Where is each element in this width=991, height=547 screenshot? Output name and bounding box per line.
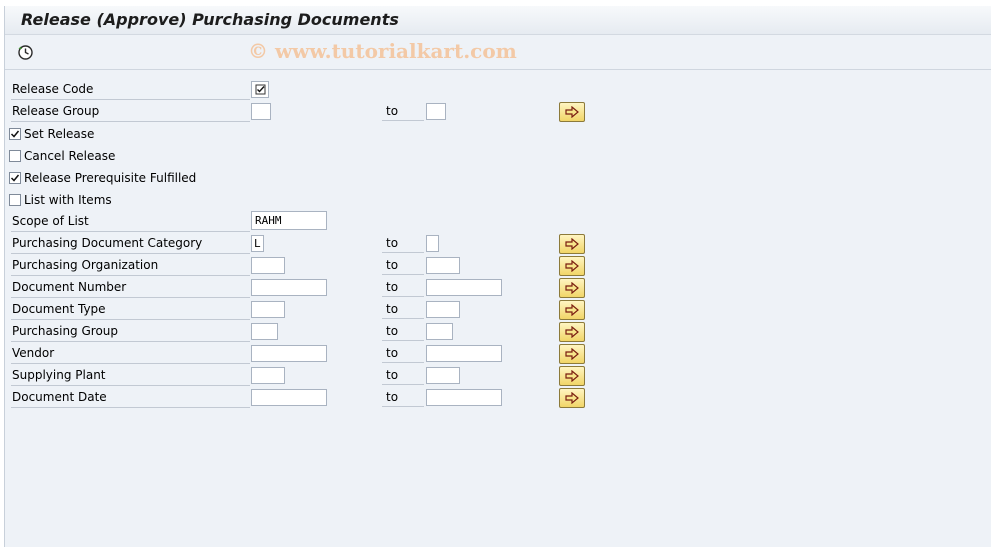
purchasing-organization-to-input[interactable]	[426, 257, 460, 274]
to-label: to	[382, 345, 424, 363]
purchasing-document-category-label: Purchasing Document Category	[11, 235, 250, 254]
supplying-plant-from-input[interactable]	[251, 367, 285, 384]
document-date-label: Document Date	[11, 389, 250, 408]
document-type-to-input[interactable]	[426, 301, 460, 318]
list-with-items-checkbox[interactable]	[9, 194, 21, 206]
watermark: © www.tutorialkart.com	[248, 39, 517, 63]
supplying-plant-label: Supplying Plant	[11, 367, 250, 386]
arrow-right-icon	[565, 282, 579, 294]
to-label: to	[382, 367, 424, 385]
purchasing-group-label: Purchasing Group	[11, 323, 250, 342]
set-release-checkbox[interactable]	[9, 128, 21, 140]
list-with-items-label: List with Items	[24, 193, 112, 207]
vendor-label: Vendor	[11, 345, 250, 364]
purchasing-organization-multiple-selection-button[interactable]	[559, 256, 585, 276]
release-prerequisite-label: Release Prerequisite Fulfilled	[24, 171, 197, 185]
purchasing-group-to-input[interactable]	[426, 323, 453, 340]
purchasing-organization-from-input[interactable]	[251, 257, 285, 274]
supplying-plant-to-input[interactable]	[426, 367, 460, 384]
main-window: Release (Approve) Purchasing Documents ©…	[4, 6, 991, 547]
release-prerequisite-checkbox[interactable]	[9, 172, 21, 184]
release-group-to-label: to	[382, 103, 424, 121]
page-title: Release (Approve) Purchasing Documents	[21, 10, 399, 29]
cancel-release-checkbox[interactable]	[9, 150, 21, 162]
document-date-multiple-selection-button[interactable]	[559, 388, 585, 408]
execute-button[interactable]	[15, 43, 35, 61]
arrow-right-icon	[565, 348, 579, 360]
supplying-plant-multiple-selection-button[interactable]	[559, 366, 585, 386]
release-code-label: Release Code	[11, 81, 250, 100]
scope-of-list-label: Scope of List	[11, 213, 250, 232]
cancel-release-label: Cancel Release	[24, 149, 116, 163]
option-list-with-items[interactable]: List with Items	[9, 192, 112, 208]
document-number-label: Document Number	[11, 279, 250, 298]
to-label: to	[382, 257, 424, 275]
document-type-from-input[interactable]	[251, 301, 285, 318]
check-icon	[10, 130, 20, 138]
purchasing-group-from-input[interactable]	[251, 323, 278, 340]
check-icon	[10, 174, 20, 182]
vendor-from-input[interactable]	[251, 345, 327, 362]
release-group-to-input[interactable]	[426, 103, 446, 120]
purchasing-document-category-from-input[interactable]: L	[251, 235, 264, 252]
document-date-from-input[interactable]	[251, 389, 327, 406]
arrow-right-icon	[565, 238, 579, 250]
check-icon	[255, 84, 265, 95]
option-set-release[interactable]: Set Release	[9, 126, 94, 142]
release-group-label: Release Group	[11, 103, 250, 122]
arrow-right-icon	[565, 326, 579, 338]
purchasing-group-multiple-selection-button[interactable]	[559, 322, 585, 342]
option-release-prerequisite-fulfilled[interactable]: Release Prerequisite Fulfilled	[9, 170, 196, 186]
vendor-multiple-selection-button[interactable]	[559, 344, 585, 364]
execute-clock-icon	[17, 44, 33, 60]
vendor-to-input[interactable]	[426, 345, 502, 362]
scope-of-list-input[interactable]: RAHM	[251, 211, 327, 230]
document-number-from-input[interactable]	[251, 279, 327, 296]
to-label: to	[382, 235, 424, 253]
to-label: to	[382, 301, 424, 319]
option-cancel-release[interactable]: Cancel Release	[9, 148, 115, 164]
arrow-right-icon	[565, 304, 579, 316]
document-type-multiple-selection-button[interactable]	[559, 300, 585, 320]
arrow-right-icon	[565, 392, 579, 404]
document-number-multiple-selection-button[interactable]	[559, 278, 585, 298]
arrow-right-icon	[565, 106, 579, 118]
set-release-label: Set Release	[24, 127, 95, 141]
arrow-right-icon	[565, 370, 579, 382]
document-number-to-input[interactable]	[426, 279, 502, 296]
to-label: to	[382, 279, 424, 297]
purchasing-document-category-to-input[interactable]	[426, 235, 439, 252]
release-group-multiple-selection-button[interactable]	[559, 102, 585, 122]
release-group-from-input[interactable]	[251, 103, 271, 120]
purchasing-organization-label: Purchasing Organization	[11, 257, 250, 276]
arrow-right-icon	[565, 260, 579, 272]
document-date-to-input[interactable]	[426, 389, 502, 406]
application-toolbar: © www.tutorialkart.com	[5, 35, 991, 70]
document-type-label: Document Type	[11, 301, 250, 320]
to-label: to	[382, 323, 424, 341]
title-bar: Release (Approve) Purchasing Documents	[5, 6, 991, 35]
to-label: to	[382, 389, 424, 407]
purchasing-document-category-multiple-selection-button[interactable]	[559, 234, 585, 254]
release-code-checkbox[interactable]	[251, 81, 269, 98]
